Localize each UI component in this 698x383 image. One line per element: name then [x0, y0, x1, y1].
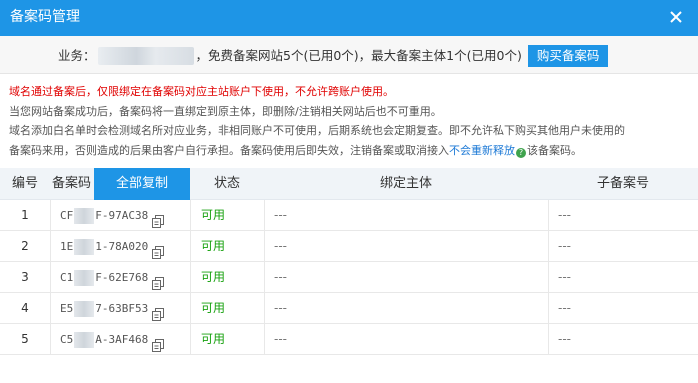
business-label: 业务：	[58, 48, 96, 63]
dialog-title: 备案码管理	[10, 9, 80, 25]
column-divider	[50, 293, 51, 324]
column-divider	[190, 200, 191, 231]
dialog-titlebar: 备案码管理	[0, 0, 698, 36]
column-divider	[264, 324, 265, 355]
column-divider	[548, 262, 549, 293]
record-code: E5 7-63BF53	[60, 293, 190, 324]
record-code-end: F-97AC38	[95, 209, 149, 222]
record-code-masked	[74, 238, 95, 255]
status-badge: 可用	[201, 208, 226, 222]
record-code-start: CF	[60, 209, 74, 222]
record-code-end: 1-78A020	[95, 240, 149, 253]
header-bound-entity: 绑定主体	[379, 176, 432, 191]
business-info-bar: 业务： ，免费备案网站5个(已用0个)，最大备案主体1个(已用0个) 购买备案码	[0, 36, 698, 74]
header-status: 状态	[213, 176, 240, 191]
column-divider	[548, 293, 549, 324]
status-badge: 可用	[201, 301, 226, 315]
record-code: C5 A-3AF468	[60, 324, 190, 355]
sub-record-number: ---	[558, 270, 571, 284]
sub-record-number: ---	[558, 208, 571, 222]
record-code-masked	[74, 300, 95, 317]
column-divider	[190, 324, 191, 355]
column-divider	[50, 324, 51, 355]
column-divider	[190, 262, 191, 293]
bound-entity: ---	[274, 301, 287, 315]
record-code-end: 7-63BF53	[95, 302, 149, 315]
notice-line: 当您网站备案成功后，备案码将一直绑定到原主体，即删除/注销相关网站后也不可重用。	[9, 104, 442, 118]
warning-text: 域名通过备案后，仅限绑定在备案码对应主站账户下使用，不允许跨账户使用。	[9, 85, 394, 98]
record-code-start: C1	[60, 271, 74, 284]
close-icon[interactable]	[668, 9, 684, 25]
sub-record-number: ---	[558, 239, 571, 253]
bound-entity: ---	[274, 270, 287, 284]
record-code-start: C5	[60, 333, 74, 346]
record-code-masked	[74, 207, 95, 224]
header-index: 编号	[11, 176, 38, 191]
column-divider	[548, 200, 549, 231]
no-release-link[interactable]: 不会重新释放	[449, 144, 515, 157]
table-row: 3 C1 F-62E768 可用 --- ---	[0, 262, 698, 293]
table-header: 编号 备案码 全部复制 状态 绑定主体 子备案号	[0, 168, 698, 200]
help-icon[interactable]: ?	[516, 147, 526, 158]
column-divider	[264, 293, 265, 324]
record-code: C1 F-62E768	[60, 262, 190, 293]
record-code-masked	[74, 331, 95, 348]
table-row: 1 CF F-97AC38 可用 --- ---	[0, 200, 698, 231]
notice-text: 该备案码。	[527, 143, 582, 157]
row-index: 5	[21, 332, 29, 346]
status-badge: 可用	[201, 239, 226, 253]
row-index: 1	[21, 208, 29, 222]
copy-icon[interactable]	[152, 333, 165, 352]
column-divider	[190, 231, 191, 262]
status-badge: 可用	[201, 332, 226, 346]
copy-icon[interactable]	[152, 302, 165, 321]
table-row: 2 1E 1-78A020 可用 --- ---	[0, 231, 698, 262]
row-index: 2	[21, 239, 29, 253]
table-row: 4 E5 7-63BF53 可用 --- ---	[0, 293, 698, 324]
table-row: 5 C5 A-3AF468 可用 --- ---	[0, 324, 698, 355]
copy-icon[interactable]	[152, 240, 165, 259]
record-code-start: E5	[60, 302, 74, 315]
record-code-masked	[74, 269, 95, 286]
bound-entity: ---	[274, 208, 287, 222]
bound-entity: ---	[274, 332, 287, 346]
notice-line: 域名添加白名单时会检测域名所对应业务，非相同账户不可使用，后期系统也会定期复查。…	[9, 124, 625, 137]
column-divider	[190, 293, 191, 324]
sub-record-number: ---	[558, 301, 571, 315]
column-divider	[264, 200, 265, 231]
header-sub-record: 子备案号	[596, 176, 649, 191]
header-code: 备案码	[52, 176, 92, 191]
record-code: 1E 1-78A020	[60, 231, 190, 262]
record-code-end: A-3AF468	[95, 333, 149, 346]
notice-text: 备案码来用，否则造成的后果由客户自行承担。备案码使用后即失效，注销备案或取消接入	[9, 143, 449, 157]
status-badge: 可用	[201, 270, 226, 284]
copy-icon[interactable]	[152, 271, 165, 290]
column-divider	[50, 231, 51, 262]
column-divider	[50, 200, 51, 231]
bound-entity: ---	[274, 239, 287, 253]
notice-block: 域名通过备案后，仅限绑定在备案码对应主站账户下使用，不允许跨账户使用。 当您网站…	[9, 82, 694, 160]
copy-all-button[interactable]: 全部复制	[94, 168, 190, 200]
business-name-masked	[97, 47, 194, 65]
buy-code-button[interactable]: 购买备案码	[527, 45, 609, 67]
quota-text: ，免费备案网站5个(已用0个)，最大备案主体1个(已用0个)	[195, 48, 522, 63]
column-divider	[264, 262, 265, 293]
sub-record-number: ---	[558, 332, 571, 346]
row-index: 4	[21, 301, 29, 315]
column-divider	[50, 262, 51, 293]
record-code-end: F-62E768	[95, 271, 149, 284]
record-code: CF F-97AC38	[60, 200, 190, 231]
notice-line: 备案码来用，否则造成的后果由客户自行承担。备案码使用后即失效，注销备案或取消接入…	[9, 141, 694, 161]
column-divider	[548, 231, 549, 262]
column-divider	[548, 324, 549, 355]
record-code-start: 1E	[60, 240, 74, 253]
copy-icon[interactable]	[152, 209, 165, 228]
row-index: 3	[21, 270, 29, 284]
column-divider	[264, 231, 265, 262]
